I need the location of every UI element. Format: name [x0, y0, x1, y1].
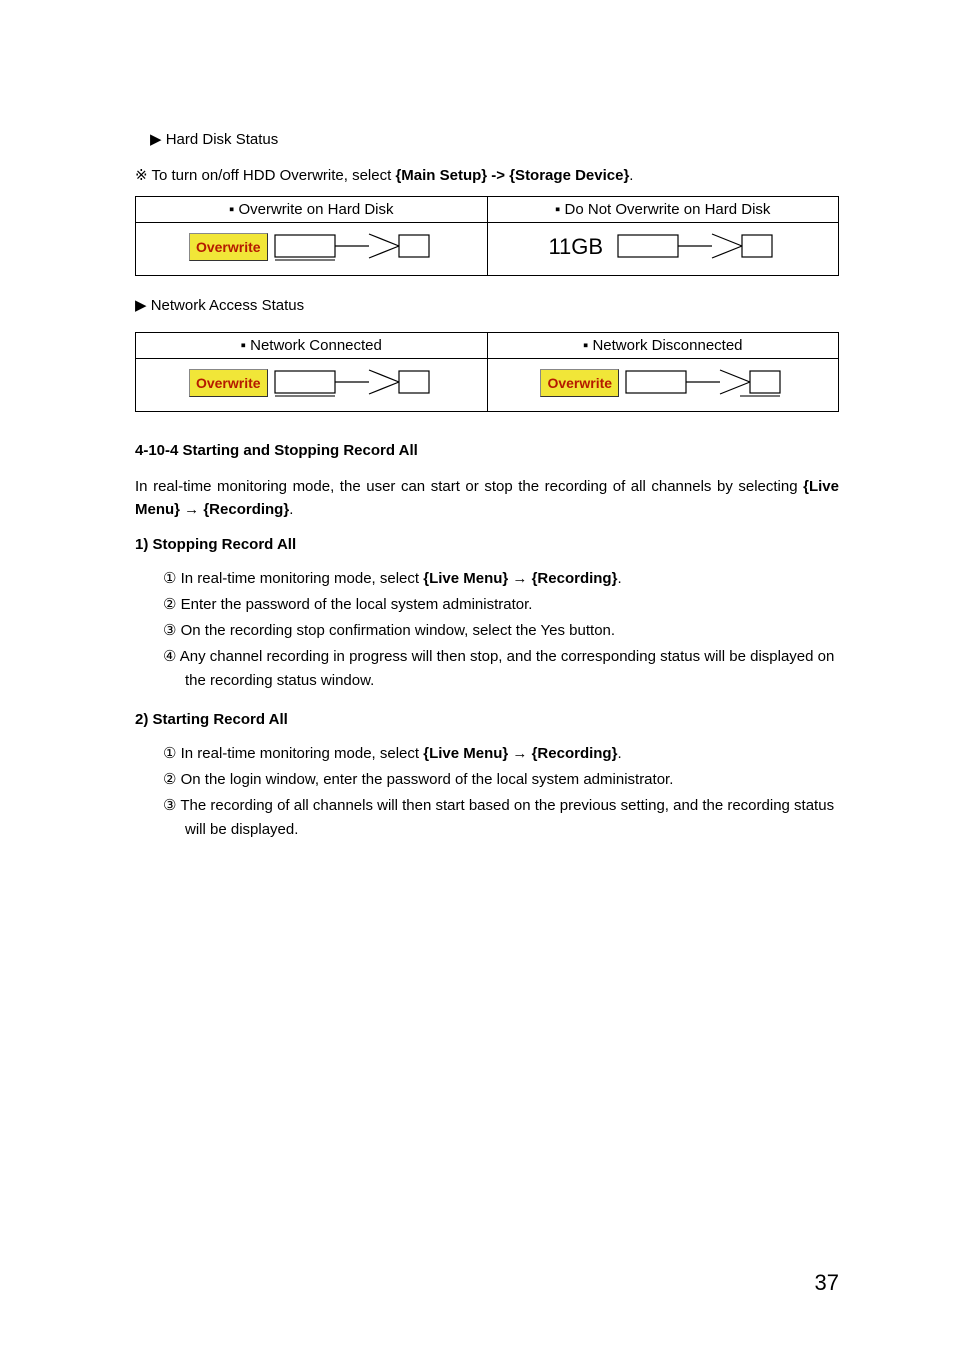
- list-item: ③ The recording of all channels will the…: [163, 794, 839, 842]
- size-status-widget: 11GB: [488, 231, 839, 263]
- disk-graph-icon: [274, 233, 434, 261]
- hd-body-left: Overwrite: [136, 223, 488, 276]
- list-item: ③ On the recording stop confirmation win…: [163, 619, 839, 643]
- step-post: .: [617, 745, 621, 762]
- note-bold: {Main Setup} -> {Storage Device}: [395, 167, 629, 184]
- step-text: On the recording stop confirmation windo…: [176, 622, 615, 639]
- stopping-steps: ① In real-time monitoring mode, select {…: [163, 567, 839, 693]
- step-marker: ④: [163, 648, 176, 665]
- stopping-record-all-heading: 1) Stopping Record All: [135, 536, 839, 553]
- step-text: In real-time monitoring mode, select: [176, 745, 423, 762]
- step-text: The recording of all channels will then …: [176, 797, 834, 838]
- list-item: ④ Any channel recording in progress will…: [163, 645, 839, 693]
- section-4-10-4-heading: 4-10-4 Starting and Stopping Record All: [135, 442, 839, 459]
- note-suffix: .: [629, 167, 633, 184]
- network-status-heading: ▶ Network Access Status: [135, 296, 839, 314]
- net-header-right: ▪ Network Disconnected: [487, 333, 839, 359]
- list-item: ① In real-time monitoring mode, select {…: [163, 742, 839, 766]
- starting-record-all-heading: 2) Starting Record All: [135, 711, 839, 728]
- net-header-left: ▪ Network Connected: [136, 333, 488, 359]
- list-item: ① In real-time monitoring mode, select {…: [163, 567, 839, 591]
- hd-header-left: ▪ Overwrite on Hard Disk: [136, 197, 488, 223]
- overwrite-label: Overwrite: [189, 369, 268, 397]
- overwrite-status-widget: Overwrite: [136, 231, 487, 263]
- step-text: Any channel recording in progress will t…: [176, 648, 834, 689]
- step-marker: ③: [163, 622, 176, 639]
- net-body-left: Overwrite: [136, 359, 488, 412]
- step-marker: ②: [163, 771, 176, 788]
- step-text: On the login window, enter the password …: [176, 771, 673, 788]
- page: ▶ Hard Disk Status ※ To turn on/off HDD …: [0, 0, 954, 1356]
- hard-disk-table: ▪ Overwrite on Hard Disk ▪ Do Not Overwr…: [135, 196, 839, 276]
- net-body-right: Overwrite: [487, 359, 839, 412]
- step-bold: {Live Menu} → {Recording}: [423, 745, 617, 762]
- section-4-10-4-para: In real-time monitoring mode, the user c…: [135, 475, 839, 522]
- starting-steps: ① In real-time monitoring mode, select {…: [163, 742, 839, 842]
- overwrite-label: Overwrite: [540, 369, 619, 397]
- network-table: ▪ Network Connected ▪ Network Disconnect…: [135, 332, 839, 412]
- net-disconnected-widget: Overwrite: [488, 367, 839, 399]
- step-text: Enter the password of the local system a…: [176, 596, 532, 613]
- disk-graph-icon: [625, 369, 785, 397]
- step-post: .: [617, 570, 621, 587]
- disk-graph-icon: [617, 233, 777, 261]
- size-label: 11GB: [548, 234, 611, 260]
- step-marker: ①: [163, 570, 176, 587]
- list-item: ② On the login window, enter the passwor…: [163, 768, 839, 792]
- step-marker: ③: [163, 797, 176, 814]
- hard-disk-status-heading: ▶ Hard Disk Status: [150, 130, 839, 148]
- list-item: ② Enter the password of the local system…: [163, 593, 839, 617]
- para-prefix: In real-time monitoring mode, the user c…: [135, 478, 803, 495]
- step-bold: {Live Menu} → {Recording}: [423, 570, 617, 587]
- step-marker: ②: [163, 596, 176, 613]
- net-connected-widget: Overwrite: [136, 367, 487, 399]
- hd-header-right: ▪ Do Not Overwrite on Hard Disk: [487, 197, 839, 223]
- page-number: 37: [815, 1270, 839, 1296]
- hdd-overwrite-note: ※ To turn on/off HDD Overwrite, select {…: [135, 166, 839, 184]
- hd-body-right: 11GB: [487, 223, 839, 276]
- step-marker: ①: [163, 745, 176, 762]
- para-suffix: .: [289, 501, 293, 518]
- disk-graph-icon: [274, 369, 434, 397]
- note-prefix: ※ To turn on/off HDD Overwrite, select: [135, 167, 395, 184]
- step-text: In real-time monitoring mode, select: [176, 570, 423, 587]
- overwrite-label: Overwrite: [189, 233, 268, 261]
